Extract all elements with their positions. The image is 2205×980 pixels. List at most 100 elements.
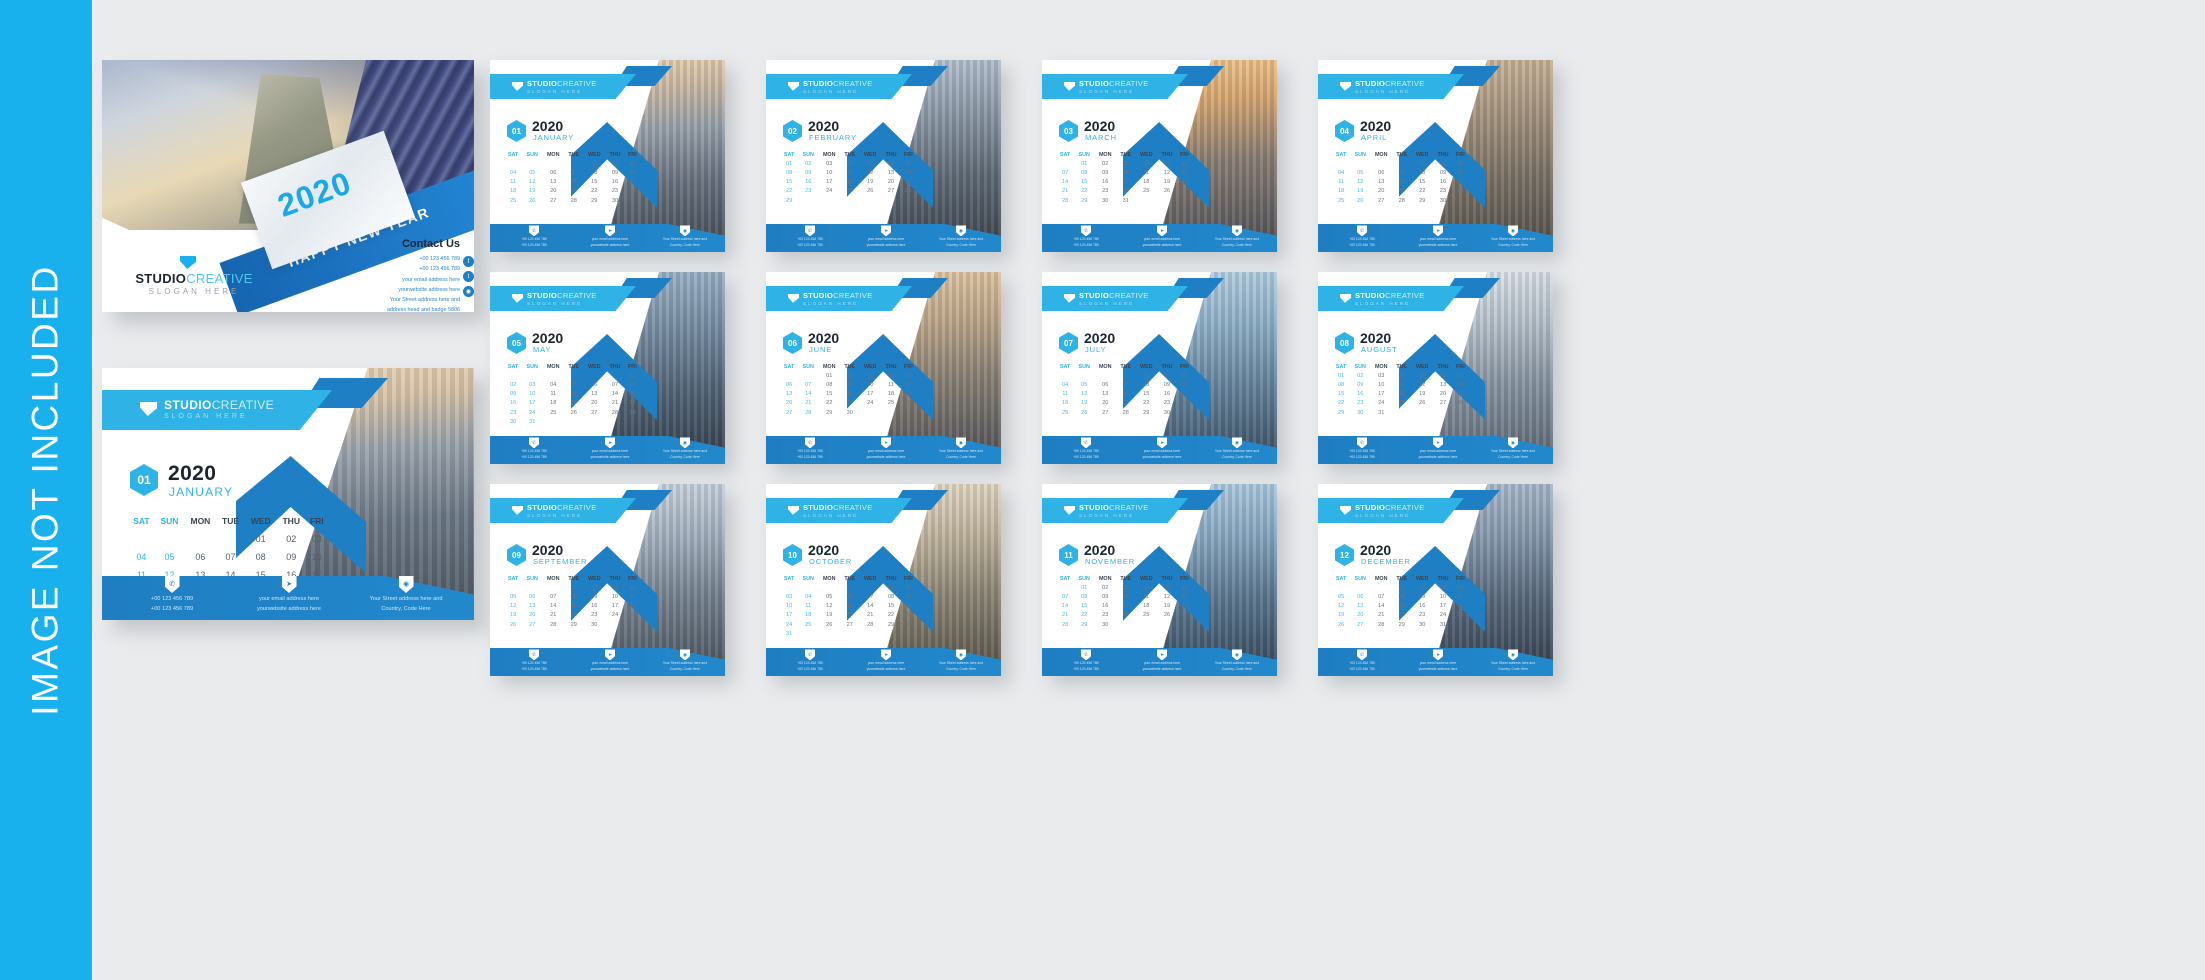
calendar-day-cell[interactable]: 06 — [881, 159, 900, 168]
calendar-day-cell[interactable]: 27 — [542, 196, 564, 205]
calendar-day-cell[interactable]: 19 — [859, 178, 881, 187]
calendar-day-cell[interactable]: 19 — [504, 611, 522, 620]
calendar-day-cell[interactable]: 27 — [522, 620, 542, 629]
calendar-day-cell[interactable]: 04 — [840, 159, 859, 168]
calendar-day-cell[interactable]: 04 — [1332, 168, 1350, 177]
calendar-day-cell[interactable]: 05 — [1350, 168, 1370, 177]
calendar-day-cell[interactable]: 20 — [1094, 399, 1116, 408]
calendar-day-cell[interactable]: 10 — [605, 592, 624, 601]
calendar-day-cell[interactable]: 15 — [818, 390, 840, 399]
calendar-day-cell[interactable]: 12 — [504, 602, 522, 611]
calendar-day-cell[interactable]: 31 — [1433, 620, 1452, 629]
month-calendar-grid[interactable]: SAT SUN MON TUE WED THU FRI 01 02 03 04 05 06 07 08 09 1… — [780, 150, 916, 205]
calendar-day-cell[interactable]: 05 — [522, 168, 542, 177]
calendar-day-cell[interactable]: 04 — [798, 592, 818, 601]
calendar-day-cell[interactable]: 06 — [840, 592, 859, 601]
calendar-day-cell[interactable]: 08 — [583, 168, 605, 177]
calendar-day-cell[interactable]: 16 — [798, 178, 818, 187]
calendar-day-cell[interactable]: 31 — [1116, 196, 1135, 205]
month-card-october[interactable]: STUDIOCREATIVE SLOGAN HERE 10 2020 OCTOBER SA… — [766, 484, 1001, 676]
month-card-january[interactable]: STUDIOCREATIVE SLOGAN HERE 01 2020 JANUARY SA… — [490, 60, 725, 252]
calendar-day-cell[interactable]: 23 — [583, 611, 605, 620]
calendar-day-cell[interactable]: 11 — [542, 390, 564, 399]
calendar-day-cell[interactable]: 13 — [542, 178, 564, 187]
calendar-day-cell[interactable]: 29 — [1411, 196, 1433, 205]
calendar-day-cell[interactable]: 14 — [1453, 380, 1468, 389]
calendar-day-cell[interactable]: 02 — [901, 583, 916, 592]
calendar-day-cell[interactable]: 08 — [1392, 592, 1411, 601]
calendar-day-cell[interactable]: 12 — [564, 390, 583, 399]
calendar-day-cell[interactable]: 25 — [881, 399, 900, 408]
calendar-day-cell[interactable]: 22 — [1074, 187, 1094, 196]
calendar-day-cell[interactable]: 24 — [859, 399, 881, 408]
calendar-day-cell[interactable]: 29 — [1392, 620, 1411, 629]
calendar-day-cell[interactable]: 09 — [277, 548, 306, 566]
calendar-day-cell[interactable]: 21 — [1056, 611, 1074, 620]
calendar-day-cell[interactable]: 10 — [859, 380, 881, 389]
calendar-day-cell[interactable]: 26 — [901, 399, 916, 408]
calendar-day-cell[interactable]: 14 — [1056, 178, 1074, 187]
calendar-day-cell[interactable]: 10 — [1116, 592, 1135, 601]
calendar-day-cell[interactable]: 03 — [625, 159, 640, 168]
calendar-day-cell[interactable]: 28 — [798, 408, 818, 417]
calendar-day-cell[interactable]: 31 — [625, 196, 640, 205]
calendar-day-cell[interactable]: 24 — [1177, 399, 1192, 408]
calendar-day-cell[interactable]: 04 — [881, 371, 900, 380]
calendar-day-cell[interactable]: 15 — [1411, 178, 1433, 187]
calendar-day-cell[interactable]: 30 — [1433, 196, 1452, 205]
calendar-day-cell[interactable]: 15 — [583, 178, 605, 187]
calendar-day-cell[interactable]: 29 — [1074, 620, 1094, 629]
calendar-day-cell[interactable]: 17 — [522, 399, 542, 408]
calendar-day-cell[interactable]: 15 — [1074, 178, 1094, 187]
calendar-day-cell[interactable]: 01 — [625, 371, 640, 380]
calendar-day-cell[interactable]: 16 — [605, 178, 624, 187]
calendar-day-cell[interactable]: 07 — [217, 548, 245, 566]
calendar-day-cell[interactable]: 04 — [625, 583, 640, 592]
calendar-day-cell[interactable]: 03 — [1370, 371, 1392, 380]
calendar-day-cell[interactable]: 10 — [780, 602, 798, 611]
calendar-day-cell[interactable]: 02 — [605, 159, 624, 168]
month-calendar-grid[interactable]: SAT SUN MON TUE WED THU FRI 01 02 03 04 05 06 07 08 09 1… — [1056, 574, 1192, 629]
calendar-day-cell[interactable]: 02 — [840, 371, 859, 380]
calendar-day-cell[interactable]: 18 — [798, 611, 818, 620]
month-calendar-grid[interactable]: SAT SUN MON TUE WED THU FRI 01 02 03 04 05 06 07 08 09 1… — [1056, 150, 1192, 205]
calendar-day-cell[interactable]: 26 — [504, 620, 522, 629]
calendar-day-cell[interactable]: 21 — [859, 611, 881, 620]
calendar-day-cell[interactable]: 09 — [840, 380, 859, 389]
calendar-day-cell[interactable]: 23 — [1411, 611, 1433, 620]
calendar-day-cell[interactable]: 24 — [522, 408, 542, 417]
calendar-day-cell[interactable]: 21 — [798, 399, 818, 408]
calendar-day-cell[interactable]: 13 — [1177, 168, 1192, 177]
calendar-day-cell[interactable]: 01 — [818, 371, 840, 380]
calendar-day-cell[interactable]: 07 — [859, 592, 881, 601]
calendar-day-cell[interactable]: 23 — [798, 187, 818, 196]
calendar-day-cell[interactable]: 20 — [1370, 187, 1392, 196]
calendar-day-cell[interactable]: 26 — [818, 620, 840, 629]
calendar-day-cell[interactable]: 13 — [840, 602, 859, 611]
calendar-day-cell[interactable]: 29 — [1074, 196, 1094, 205]
calendar-day-cell[interactable]: 22 — [1135, 399, 1157, 408]
calendar-day-cell[interactable]: 23 — [605, 187, 624, 196]
calendar-day-cell[interactable]: 06 — [542, 168, 564, 177]
calendar-day-cell[interactable]: 27 — [1433, 399, 1452, 408]
calendar-day-cell[interactable]: 20 — [522, 611, 542, 620]
calendar-day-cell[interactable]: 09 — [504, 390, 522, 399]
facebook-icon[interactable]: f — [463, 256, 474, 267]
calendar-day-cell[interactable]: 05 — [1332, 592, 1350, 601]
calendar-day-cell[interactable]: 19 — [1157, 178, 1176, 187]
month-calendar-grid[interactable]: SAT SUN MON TUE WED THU FRI 01 02 03 04 05 06 07 08 09 1… — [1332, 150, 1468, 205]
calendar-day-cell[interactable]: 20 — [1177, 602, 1192, 611]
calendar-day-cell[interactable]: 03 — [1116, 583, 1135, 592]
calendar-day-cell[interactable]: 01 — [881, 583, 900, 592]
calendar-day-cell[interactable]: 10 — [1453, 168, 1468, 177]
calendar-day-cell[interactable]: 25 — [1453, 611, 1468, 620]
calendar-day-cell[interactable]: 30 — [1350, 408, 1370, 417]
calendar-day-cell[interactable]: 10 — [1116, 168, 1135, 177]
calendar-day-cell[interactable]: 01 — [1135, 371, 1157, 380]
calendar-day-cell[interactable]: 11 — [840, 168, 859, 177]
calendar-day-cell[interactable]: 29 — [818, 408, 840, 417]
calendar-day-cell[interactable]: 03 — [306, 530, 328, 548]
calendar-day-cell[interactable]: 10 — [306, 548, 328, 566]
calendar-day-cell[interactable]: 25 — [798, 620, 818, 629]
calendar-day-cell[interactable]: 12 — [901, 380, 916, 389]
